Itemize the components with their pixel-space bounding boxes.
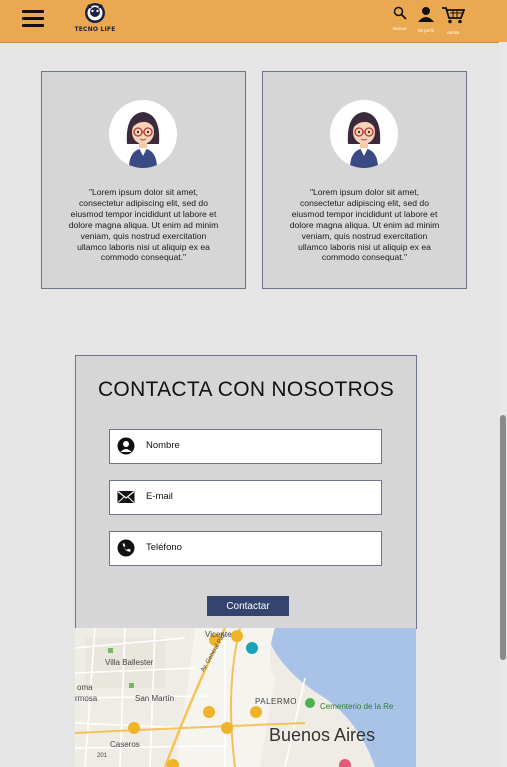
phone-placeholder: Teléfono [146, 542, 182, 553]
top-header: TECNO LIFE Buscar Mi perfil carrito [0, 0, 507, 43]
map-place-label: San Martín [135, 694, 175, 703]
cart-icon [442, 7, 466, 24]
email-field[interactable]: E-mail [109, 480, 382, 515]
phone-icon [117, 539, 135, 557]
map-place-label: Caseros [110, 740, 140, 749]
profile-label: Mi perfil [418, 28, 434, 33]
name-field[interactable]: Nombre [109, 429, 382, 464]
cart-label: carrito [446, 30, 460, 35]
contact-title: CONTACTA CON NOSOTROS [97, 378, 395, 401]
contact-form: CONTACTA CON NOSOTROS Nombre E-mail Telé… [75, 355, 417, 629]
testimonial-quote: "Lorem ipsum dolor sit amet, consectetur… [289, 187, 440, 263]
avatar [109, 100, 177, 168]
contact-submit-button[interactable]: Contactar [207, 596, 289, 616]
map-city-label: Buenos Aires [269, 725, 376, 745]
name-placeholder: Nombre [146, 440, 180, 451]
user-avatar-icon [347, 112, 381, 168]
cart-button[interactable]: carrito [441, 6, 466, 35]
hamburger-menu-icon[interactable] [22, 10, 44, 28]
map-place-label: PALERMO [255, 697, 298, 706]
phone-field[interactable]: Teléfono [109, 531, 382, 566]
map-place-label: Cementerio de la Re [320, 702, 394, 711]
scrollbar-thumb[interactable] [500, 415, 506, 660]
map-route-label: 201 [97, 753, 108, 759]
user-icon [418, 7, 434, 22]
testimonial-card: "Lorem ipsum dolor sit amet, consectetur… [262, 71, 467, 289]
avatar [330, 100, 398, 168]
search-icon [393, 6, 407, 20]
location-map[interactable]: Vicente Villa Ballester oma San Martín r… [75, 628, 416, 767]
testimonial-quote: "Lorem ipsum dolor sit amet, consectetur… [68, 187, 219, 263]
email-placeholder: E-mail [146, 491, 173, 502]
map-place-label: rmosa [75, 694, 98, 703]
map-place-label: Villa Ballester [105, 658, 154, 667]
logo-text: TECNO LIFE [74, 26, 116, 33]
person-icon [117, 437, 135, 455]
map-place-label: oma [77, 683, 93, 692]
testimonial-card: "Lorem ipsum dolor sit amet, consectetur… [41, 71, 246, 289]
profile-button[interactable]: Mi perfil [416, 6, 436, 33]
envelope-icon [117, 491, 135, 503]
search-button[interactable]: Buscar [393, 6, 407, 31]
search-label: Buscar [393, 26, 408, 31]
user-avatar-icon [126, 112, 160, 168]
